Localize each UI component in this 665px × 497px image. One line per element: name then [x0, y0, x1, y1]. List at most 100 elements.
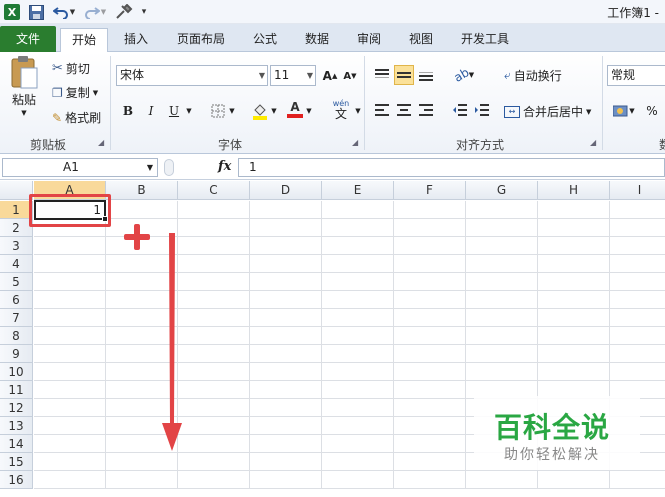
- customize-quick-access-icon[interactable]: ▾: [138, 3, 150, 21]
- cell-c11[interactable]: [178, 381, 250, 399]
- cell-d15[interactable]: [250, 453, 322, 471]
- cell-g9[interactable]: [466, 345, 538, 363]
- cell-i10[interactable]: [610, 363, 665, 381]
- cell-e15[interactable]: [322, 453, 394, 471]
- cell-c12[interactable]: [178, 399, 250, 417]
- italic-button[interactable]: I: [141, 101, 161, 121]
- tab-file[interactable]: 文件: [0, 26, 56, 52]
- tab-review[interactable]: 审阅: [350, 28, 388, 52]
- cell-e9[interactable]: [322, 345, 394, 363]
- cell-g10[interactable]: [466, 363, 538, 381]
- format-painter-button[interactable]: ✎ 格式刷: [52, 109, 101, 126]
- font-color-icon[interactable]: A: [285, 99, 305, 119]
- column-header-g[interactable]: G: [466, 181, 538, 200]
- cell-f15[interactable]: [394, 453, 466, 471]
- cell-d6[interactable]: [250, 291, 322, 309]
- font-name-select[interactable]: 宋体 ▼: [116, 65, 268, 86]
- cell-c3[interactable]: [178, 237, 250, 255]
- paste-button[interactable]: 粘贴 ▼: [6, 56, 42, 117]
- row-header-14[interactable]: 14: [0, 435, 33, 453]
- align-middle-icon[interactable]: [394, 65, 414, 85]
- align-bottom-icon[interactable]: [416, 65, 436, 85]
- row-header-16[interactable]: 16: [0, 471, 33, 489]
- cell-b15[interactable]: [106, 453, 178, 471]
- cell-f14[interactable]: [394, 435, 466, 453]
- cell-h7[interactable]: [538, 309, 610, 327]
- cell-i2[interactable]: [610, 219, 665, 237]
- cell-f4[interactable]: [394, 255, 466, 273]
- cell-d2[interactable]: [250, 219, 322, 237]
- column-header-b[interactable]: B: [106, 181, 178, 200]
- borders-dropdown-icon[interactable]: ▼: [226, 101, 238, 121]
- cell-i3[interactable]: [610, 237, 665, 255]
- cell-h10[interactable]: [538, 363, 610, 381]
- fill-color-icon[interactable]: [250, 101, 270, 121]
- cell-c16[interactable]: [178, 471, 250, 489]
- cell-f12[interactable]: [394, 399, 466, 417]
- underline-dropdown-icon[interactable]: ▼: [183, 101, 195, 121]
- cell-h9[interactable]: [538, 345, 610, 363]
- cell-e6[interactable]: [322, 291, 394, 309]
- grow-font-icon[interactable]: A ▲: [320, 66, 340, 86]
- cell-d12[interactable]: [250, 399, 322, 417]
- cell-a8[interactable]: [34, 327, 106, 345]
- cell-d11[interactable]: [250, 381, 322, 399]
- clipboard-launcher-icon[interactable]: ◢: [98, 138, 104, 147]
- cell-h2[interactable]: [538, 219, 610, 237]
- wrap-text-button[interactable]: ⤶ 自动换行: [504, 67, 562, 84]
- row-header-3[interactable]: 3: [0, 237, 33, 255]
- fill-color-dropdown-icon[interactable]: ▼: [268, 101, 280, 121]
- row-header-5[interactable]: 5: [0, 273, 33, 291]
- shrink-font-icon[interactable]: A ▼: [340, 66, 360, 86]
- row-header-9[interactable]: 9: [0, 345, 33, 363]
- column-header-f[interactable]: F: [394, 181, 466, 200]
- cell-e10[interactable]: [322, 363, 394, 381]
- align-left-icon[interactable]: [372, 100, 392, 120]
- phonetic-dropdown-icon[interactable]: ▼: [353, 101, 363, 121]
- redo-icon[interactable]: ▼: [82, 3, 108, 21]
- cell-a3[interactable]: [34, 237, 106, 255]
- cell-i8[interactable]: [610, 327, 665, 345]
- cell-h8[interactable]: [538, 327, 610, 345]
- cell-a9[interactable]: [34, 345, 106, 363]
- cell-d3[interactable]: [250, 237, 322, 255]
- insert-function-icon[interactable]: fx: [218, 159, 231, 174]
- cell-c6[interactable]: [178, 291, 250, 309]
- column-header-d[interactable]: D: [250, 181, 322, 200]
- cell-a7[interactable]: [34, 309, 106, 327]
- cell-e7[interactable]: [322, 309, 394, 327]
- cell-g4[interactable]: [466, 255, 538, 273]
- cell-a13[interactable]: [34, 417, 106, 435]
- cell-h1[interactable]: [538, 201, 610, 219]
- cell-d8[interactable]: [250, 327, 322, 345]
- cell-e5[interactable]: [322, 273, 394, 291]
- decrease-indent-icon[interactable]: [450, 100, 470, 120]
- cell-d1[interactable]: [250, 201, 322, 219]
- cell-d16[interactable]: [250, 471, 322, 489]
- cell-i1[interactable]: [610, 201, 665, 219]
- cell-g5[interactable]: [466, 273, 538, 291]
- formula-bar-splitter[interactable]: [164, 159, 174, 176]
- cell-c7[interactable]: [178, 309, 250, 327]
- save-icon[interactable]: [27, 3, 45, 21]
- cell-h16[interactable]: [538, 471, 610, 489]
- row-header-6[interactable]: 6: [0, 291, 33, 309]
- row-header-8[interactable]: 8: [0, 327, 33, 345]
- cell-f16[interactable]: [394, 471, 466, 489]
- cell-b16[interactable]: [106, 471, 178, 489]
- row-header-13[interactable]: 13: [0, 417, 33, 435]
- cell-a16[interactable]: [34, 471, 106, 489]
- tab-developer[interactable]: 开发工具: [454, 28, 516, 52]
- cell-c10[interactable]: [178, 363, 250, 381]
- number-format-select[interactable]: 常规: [607, 65, 665, 86]
- excel-icon[interactable]: X: [3, 3, 21, 21]
- tab-insert[interactable]: 插入: [116, 28, 156, 52]
- cell-e4[interactable]: [322, 255, 394, 273]
- cell-i6[interactable]: [610, 291, 665, 309]
- cell-c4[interactable]: [178, 255, 250, 273]
- cell-h4[interactable]: [538, 255, 610, 273]
- cell-g8[interactable]: [466, 327, 538, 345]
- cell-e3[interactable]: [322, 237, 394, 255]
- row-header-11[interactable]: 11: [0, 381, 33, 399]
- cell-i9[interactable]: [610, 345, 665, 363]
